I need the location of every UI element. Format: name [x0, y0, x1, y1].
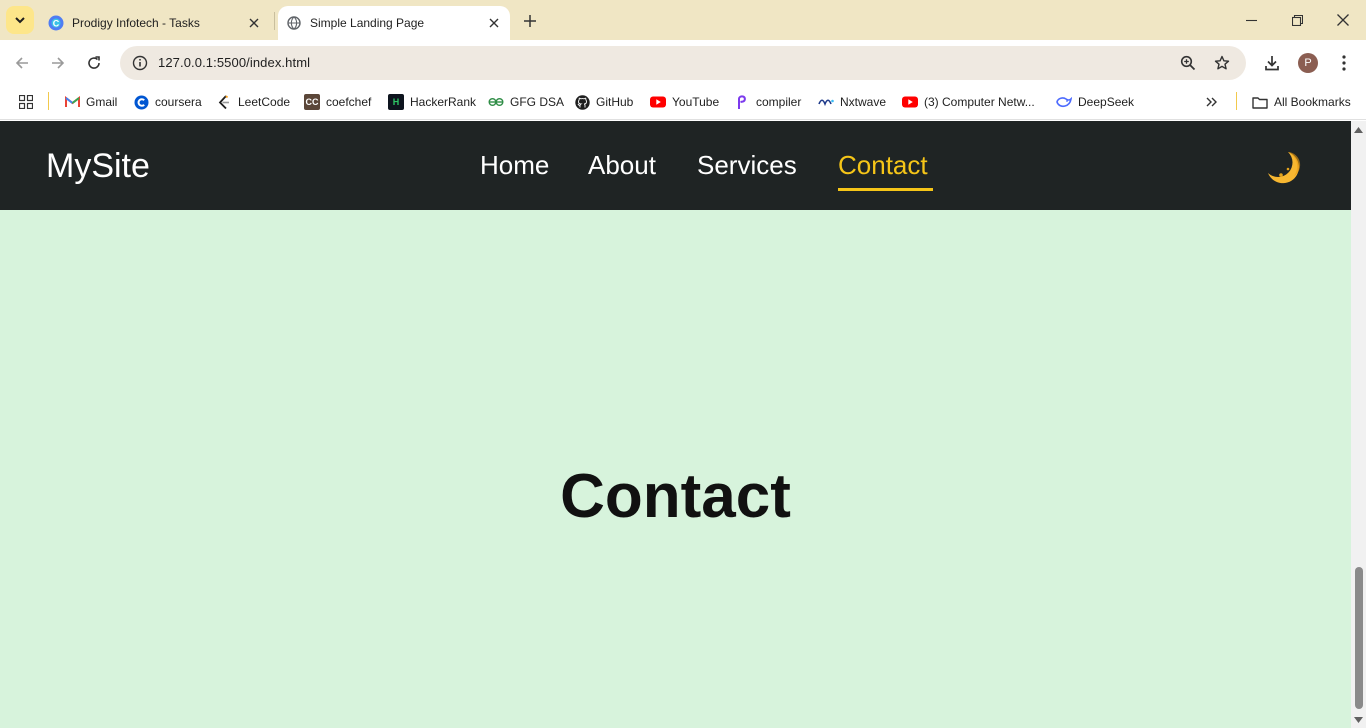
bookmark-label: Gmail [86, 95, 118, 109]
bookmark-coursera[interactable]: coursera [133, 92, 202, 112]
nxtwave-icon [818, 94, 834, 110]
tab-strip: C Prodigy Infotech - Tasks Simple Landin… [0, 0, 1366, 40]
downloads-button[interactable] [1258, 49, 1286, 77]
bookmark-gfg-dsa[interactable]: GFG DSA [488, 92, 564, 112]
scroll-up-arrow-icon[interactable] [1354, 125, 1363, 134]
close-tab-icon[interactable] [244, 13, 264, 33]
bookmark-leetcode[interactable]: LeetCode [216, 92, 290, 112]
site-logo[interactable]: MySite [46, 147, 150, 186]
bookmarks-bar: Gmail coursera LeetCode CC coefchef H Ha… [0, 86, 1366, 120]
bookmark-label: coefchef [326, 95, 372, 109]
moon-icon [1268, 152, 1301, 184]
all-bookmarks-button[interactable]: All Bookmarks [1252, 92, 1351, 112]
tab-divider [274, 12, 275, 30]
bookmark-compiler[interactable]: compiler [734, 92, 801, 112]
bookmark-label: DeepSeek [1078, 95, 1135, 109]
forward-button[interactable] [44, 49, 72, 77]
chevron-down-icon [15, 17, 25, 24]
nav-link-home[interactable]: Home [480, 150, 549, 181]
profile-avatar[interactable]: P [1298, 53, 1318, 73]
compiler-icon [734, 94, 750, 110]
bookmark-label: Nxtwave [840, 95, 887, 109]
reload-icon [88, 56, 100, 69]
bookmark-nxtwave[interactable]: Nxtwave [818, 92, 886, 112]
close-icon [1337, 14, 1349, 26]
site-info-icon[interactable] [128, 51, 152, 75]
bookmark-hackerrank[interactable]: H HackerRank [388, 92, 476, 112]
theme-toggle-button[interactable] [1262, 147, 1304, 189]
svg-text:C: C [53, 19, 60, 29]
gfg-icon [488, 94, 504, 110]
bookmark-label: GitHub [596, 95, 634, 109]
bookmark-computer-networks[interactable]: (3) Computer Netw... [902, 92, 1035, 112]
apps-grid-icon [19, 95, 33, 109]
new-tab-button[interactable] [518, 9, 542, 33]
bookmark-label: HackerRank [410, 95, 477, 109]
hackerrank-icon: H [388, 94, 404, 110]
bookmark-youtube[interactable]: YouTube [650, 92, 719, 112]
double-chevron-right-icon [1206, 97, 1217, 107]
tab-title: Prodigy Infotech - Tasks [72, 16, 200, 30]
bookmark-github[interactable]: GitHub [574, 92, 633, 112]
nav-link-about[interactable]: About [588, 150, 656, 181]
browser-menu-button[interactable] [1330, 49, 1358, 77]
close-window-button[interactable] [1320, 0, 1366, 40]
hero-title: Contact [560, 462, 791, 531]
zoom-icon[interactable] [1176, 51, 1200, 75]
close-tab-icon[interactable] [484, 13, 504, 33]
apps-grid-button[interactable] [16, 92, 36, 112]
tab-search-button[interactable] [6, 6, 34, 34]
bookmark-label: coursera [155, 95, 202, 109]
tab-prodigy[interactable]: C Prodigy Infotech - Tasks [40, 6, 272, 40]
reload-button[interactable] [80, 49, 108, 77]
deepseek-icon [1056, 94, 1072, 110]
bookmark-label: YouTube [672, 95, 720, 109]
scrollbar-thumb[interactable] [1355, 567, 1363, 709]
all-bookmarks-label: All Bookmarks [1274, 95, 1351, 109]
folder-icon [1252, 94, 1268, 110]
bookmark-label: (3) Computer Netw... [924, 95, 1035, 109]
bookmark-deepseek[interactable]: DeepSeek [1056, 92, 1134, 112]
browser-toolbar: 127.0.0.1:5500/index.html P [0, 40, 1366, 86]
arrow-left-icon [15, 57, 28, 69]
download-icon [1265, 56, 1279, 71]
globe-icon [286, 15, 302, 31]
plus-icon [524, 15, 536, 27]
gmail-icon [64, 94, 80, 110]
arrow-right-icon [52, 57, 65, 69]
bookmark-label: GFG DSA [510, 95, 565, 109]
address-bar[interactable]: 127.0.0.1:5500/index.html [120, 46, 1246, 80]
site-navbar: MySite Home About Services Contact [0, 121, 1351, 210]
tab-simple-landing-page[interactable]: Simple Landing Page [278, 6, 510, 40]
nav-link-contact[interactable]: Contact [838, 150, 928, 181]
coursera-icon [133, 94, 149, 110]
page-scrollbar[interactable] [1351, 121, 1366, 728]
bookmark-label: LeetCode [238, 95, 291, 109]
restore-button[interactable] [1274, 0, 1320, 40]
bookmark-label: compiler [756, 95, 802, 109]
bookmark-codechef[interactable]: CC coefchef [304, 92, 371, 112]
youtube-icon [902, 94, 918, 110]
tab-title: Simple Landing Page [310, 16, 425, 30]
bookmarks-separator [1236, 92, 1237, 110]
minimize-icon [1245, 19, 1257, 21]
more-bookmarks-button[interactable] [1202, 92, 1222, 112]
active-nav-underline [838, 188, 933, 191]
bookmarks-separator [48, 92, 49, 110]
scroll-down-arrow-icon[interactable] [1354, 715, 1363, 724]
tab-favicon-icon: C [48, 15, 64, 31]
codechef-icon: CC [304, 94, 320, 110]
bookmark-gmail[interactable]: Gmail [64, 92, 117, 112]
youtube-icon [650, 94, 666, 110]
page-viewport: MySite Home About Services Contact Conta… [0, 121, 1351, 728]
leetcode-icon [216, 94, 232, 110]
bookmark-star-icon[interactable] [1210, 51, 1234, 75]
url-text[interactable]: 127.0.0.1:5500/index.html [158, 55, 310, 70]
github-icon [574, 94, 590, 110]
more-vertical-icon [1342, 55, 1346, 71]
restore-icon [1291, 14, 1303, 26]
minimize-button[interactable] [1228, 0, 1274, 40]
nav-link-services[interactable]: Services [697, 150, 797, 181]
back-button[interactable] [8, 49, 36, 77]
